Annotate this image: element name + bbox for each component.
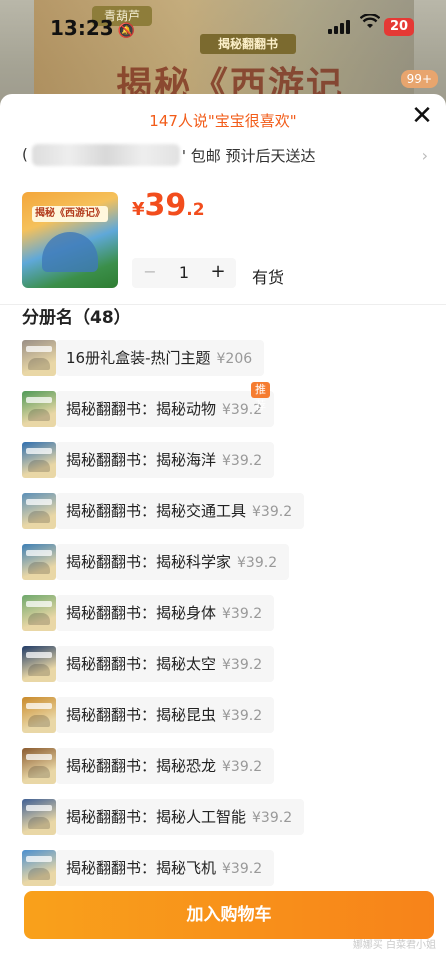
variant-thumbnail <box>22 748 56 784</box>
quantity-stepper: − 1 + <box>132 258 236 288</box>
variant-label: 揭秘翻翻书：揭秘恐龙 <box>66 757 217 775</box>
variant-label: 揭秘翻翻书：揭秘身体 <box>66 604 217 622</box>
variant-option[interactable]: 揭秘翻翻书：揭秘海洋 ¥39.2 <box>56 442 275 478</box>
section-title: 分册名（48） <box>22 308 131 328</box>
recommend-tag: 推荐 <box>251 382 270 412</box>
variant-thumbnail <box>22 442 56 478</box>
status-time: 13:23 🔕 <box>50 16 136 40</box>
product-thumbnail[interactable]: 揭秘《西游记》 <box>22 192 118 288</box>
shipping-row[interactable]: ( ' 包邮 预计后天送达 › <box>22 144 432 168</box>
variant-option[interactable]: 16册礼盒装-热门主题 ¥206 <box>56 340 265 376</box>
add-to-cart-button[interactable]: 加入购物车 <box>24 891 434 939</box>
variant-thumbnail <box>22 391 56 427</box>
variant-option[interactable]: 揭秘翻翻书：揭秘人工智能 ¥39.2 <box>56 799 305 835</box>
variant-price: ¥39.2 <box>252 504 293 520</box>
price: ¥39.2 <box>132 188 205 223</box>
price-currency: ¥ <box>132 199 145 220</box>
close-icon[interactable]: ✕ <box>408 102 436 130</box>
promo-text: 147人说"宝宝很喜欢" <box>149 112 297 130</box>
variant-thumbnail <box>22 340 56 376</box>
variant-label: 揭秘翻翻书：揭秘科学家 <box>66 553 232 571</box>
bell-muted-icon: 🔕 <box>117 23 136 39</box>
chevron-right-icon: › <box>421 146 428 165</box>
cart-count-badge: 99+ <box>400 70 438 88</box>
variant-label: 揭秘翻翻书：揭秘交通工具 <box>66 502 247 520</box>
shipping-prefix: ( <box>22 145 28 164</box>
variant-label: 揭秘翻翻书：揭秘人工智能 <box>66 808 247 826</box>
variant-label: 16册礼盒装-热门主题 <box>66 349 211 367</box>
battery-indicator: 20 <box>384 18 414 36</box>
variant-thumbnail <box>22 544 56 580</box>
variant-thumbnail <box>22 799 56 835</box>
variant-price: ¥39.2 <box>237 555 278 571</box>
price-integer: 39 <box>144 188 187 223</box>
variant-price: ¥206 <box>216 351 253 367</box>
variant-label: 揭秘翻翻书：揭秘动物 <box>66 400 217 418</box>
quantity-value[interactable]: 1 <box>172 263 196 282</box>
variant-option[interactable]: 揭秘翻翻书：揭秘恐龙 ¥39.2 <box>56 748 275 784</box>
decrease-button[interactable]: − <box>140 262 160 281</box>
variant-option[interactable]: 揭秘翻翻书：揭秘昆虫 ¥39.2 <box>56 697 275 733</box>
wifi-icon <box>359 13 381 35</box>
shipping-text: ' 包邮 预计后天送达 <box>181 146 316 165</box>
variant-price: ¥39.2 <box>222 708 263 724</box>
variant-thumbnail <box>22 595 56 631</box>
watermark: 娜娜买 白菜君小姐 <box>352 940 436 951</box>
blurred-address <box>31 144 180 166</box>
product-thumbnail-title: 揭秘《西游记》 <box>32 206 108 222</box>
variant-price: ¥39.2 <box>252 810 293 826</box>
variant-option[interactable]: 揭秘翻翻书：揭秘太空 ¥39.2 <box>56 646 275 682</box>
variant-option[interactable]: 揭秘翻翻书：揭秘科学家 ¥39.2 <box>56 544 290 580</box>
variant-label: 揭秘翻翻书：揭秘昆虫 <box>66 706 217 724</box>
variant-price: ¥39.2 <box>222 657 263 673</box>
variant-thumbnail <box>22 646 56 682</box>
increase-button[interactable]: + <box>208 261 228 282</box>
variant-label: 揭秘翻翻书：揭秘太空 <box>66 655 217 673</box>
variant-option[interactable]: 揭秘翻翻书：揭秘动物 ¥39.2 <box>56 391 275 427</box>
variant-option[interactable]: 揭秘翻翻书：揭秘交通工具 ¥39.2 <box>56 493 305 529</box>
variant-price: ¥39.2 <box>222 759 263 775</box>
variant-option[interactable]: 揭秘翻翻书：揭秘飞机 ¥39.2 <box>56 850 275 886</box>
sku-selection-sheet: 147人说"宝宝很喜欢" ✕ ( ' 包邮 预计后天送达 › 揭秘《西游记》 ¥3… <box>0 94 446 955</box>
variant-label: 揭秘翻翻书：揭秘海洋 <box>66 451 217 469</box>
variant-price: ¥39.2 <box>222 606 263 622</box>
variant-price: ¥39.2 <box>222 453 263 469</box>
variant-option[interactable]: 揭秘翻翻书：揭秘身体 ¥39.2 <box>56 595 275 631</box>
variant-thumbnail <box>22 493 56 529</box>
stock-status: 有货 <box>252 268 285 287</box>
variant-label: 揭秘翻翻书：揭秘飞机 <box>66 859 217 877</box>
price-decimal: .2 <box>186 200 205 220</box>
variant-price: ¥39.2 <box>222 861 263 877</box>
status-bar: 13:23 🔕 20 <box>0 0 446 56</box>
variant-thumbnail <box>22 697 56 733</box>
variant-thumbnail <box>22 850 56 886</box>
signal-icon <box>328 20 350 34</box>
